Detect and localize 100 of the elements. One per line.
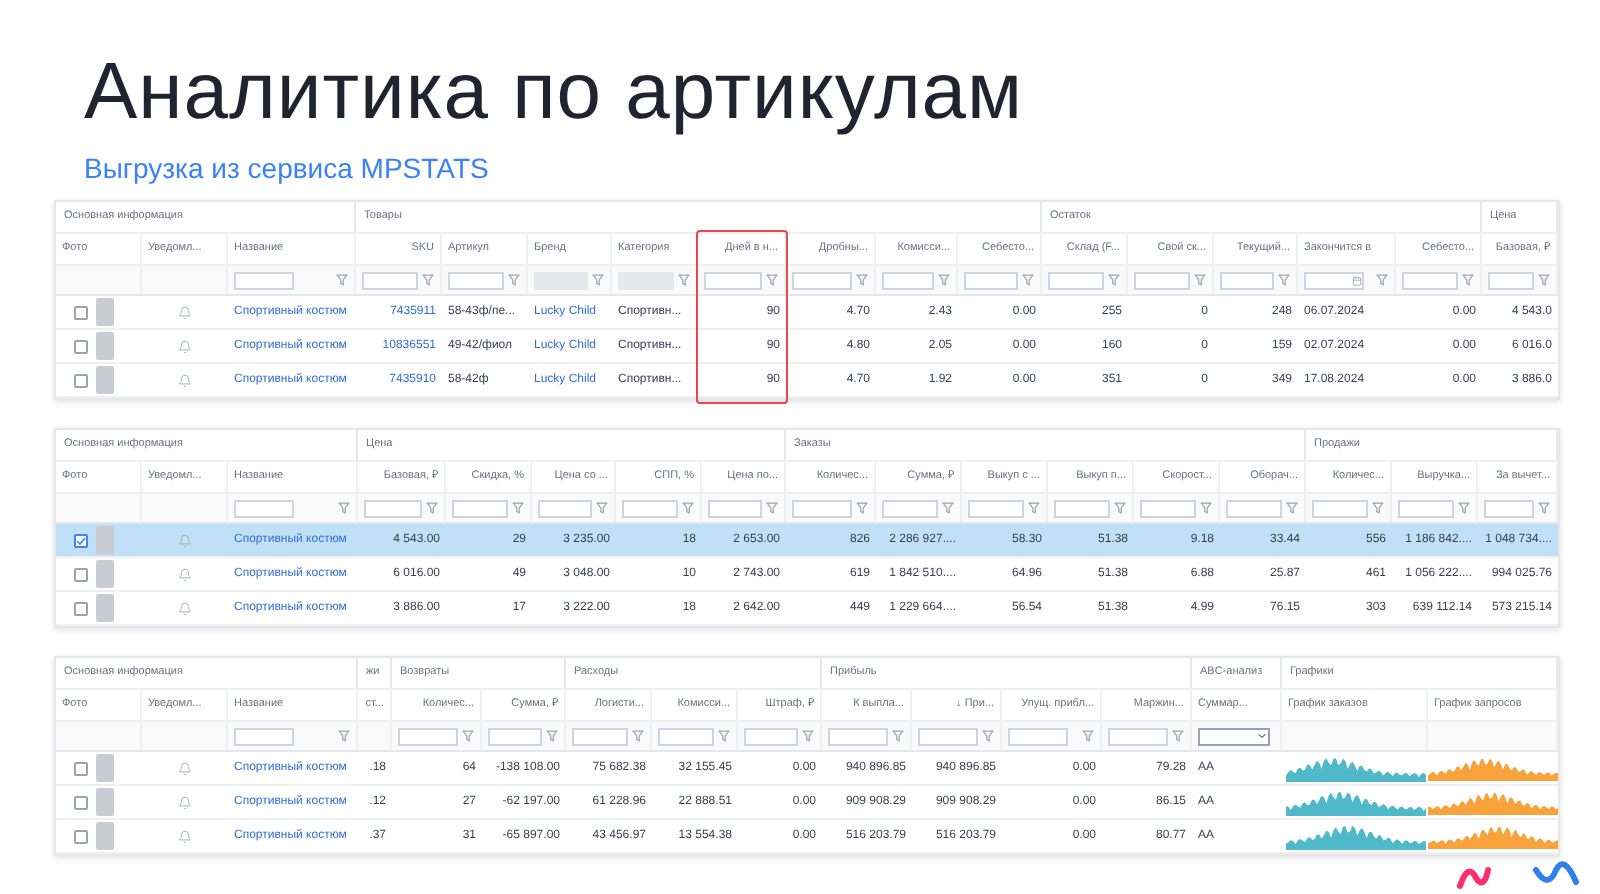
filter-icon[interactable] <box>766 274 778 286</box>
filter-icon[interactable] <box>592 274 604 286</box>
filter-icon[interactable] <box>802 730 814 742</box>
bell-icon[interactable] <box>178 339 192 353</box>
filter-input[interactable] <box>1220 271 1274 289</box>
bell-icon[interactable] <box>178 795 192 809</box>
filter-icon[interactable] <box>678 274 690 286</box>
filter-input[interactable] <box>744 727 798 745</box>
date-input[interactable] <box>1304 271 1364 289</box>
filter-icon[interactable] <box>462 730 474 742</box>
filter-icon[interactable] <box>892 730 904 742</box>
filter-input[interactable] <box>1134 271 1190 289</box>
filter-input[interactable] <box>1108 727 1168 745</box>
filter-input[interactable] <box>234 271 294 289</box>
filter-input[interactable] <box>1226 499 1282 517</box>
filter-icon[interactable] <box>512 502 524 514</box>
filter-input[interactable] <box>708 499 762 517</box>
filter-icon[interactable] <box>682 502 694 514</box>
filter-input[interactable] <box>234 727 294 745</box>
filter-input[interactable] <box>792 271 852 289</box>
filter-icon[interactable] <box>1108 274 1120 286</box>
filter-input[interactable] <box>572 727 628 745</box>
bell-icon[interactable] <box>178 305 192 319</box>
row-checkbox[interactable] <box>74 795 88 809</box>
filter-input[interactable] <box>1398 499 1454 517</box>
row-checkbox[interactable] <box>74 567 88 581</box>
filter-input[interactable] <box>364 499 422 517</box>
filter-icon[interactable] <box>1278 274 1290 286</box>
filter-icon[interactable] <box>426 502 438 514</box>
filter-input[interactable] <box>448 271 504 289</box>
filter-icon[interactable] <box>338 730 350 742</box>
bell-icon[interactable] <box>178 533 192 547</box>
filter-icon[interactable] <box>718 730 730 742</box>
filter-input[interactable] <box>1402 271 1458 289</box>
filter-input[interactable] <box>1484 499 1534 517</box>
filter-icon[interactable] <box>1082 730 1094 742</box>
filter-icon[interactable] <box>1462 274 1474 286</box>
filter-input[interactable] <box>452 499 508 517</box>
filter-icon[interactable] <box>1022 274 1034 286</box>
filter-input[interactable] <box>882 271 934 289</box>
photo-placeholder <box>96 754 114 782</box>
bell-icon[interactable] <box>178 601 192 615</box>
filter-icon[interactable] <box>1538 274 1550 286</box>
filter-icon[interactable] <box>546 730 558 742</box>
filter-input[interactable] <box>1140 499 1196 517</box>
bell-icon[interactable] <box>178 829 192 843</box>
row-checkbox[interactable] <box>74 305 88 319</box>
filter-icon[interactable] <box>856 502 868 514</box>
filter-input[interactable] <box>1054 499 1110 517</box>
filter-icon[interactable] <box>1372 502 1384 514</box>
bell-icon[interactable] <box>178 567 192 581</box>
filter-input[interactable] <box>704 271 762 289</box>
filter-input[interactable] <box>792 499 852 517</box>
filter-input[interactable] <box>828 727 888 745</box>
filter-dropdown[interactable] <box>1198 727 1270 745</box>
filter-input[interactable] <box>1008 727 1068 745</box>
filter-input[interactable] <box>1312 499 1368 517</box>
filter-input[interactable] <box>488 727 542 745</box>
filter-input[interactable] <box>964 271 1018 289</box>
filter-icon[interactable] <box>1376 274 1388 286</box>
filter-icon[interactable] <box>982 730 994 742</box>
calendar-icon[interactable] <box>1352 275 1362 285</box>
filter-icon[interactable] <box>1286 502 1298 514</box>
filter-icon[interactable] <box>1028 502 1040 514</box>
filter-icon[interactable] <box>942 502 954 514</box>
filter-input[interactable] <box>918 727 978 745</box>
row-checkbox[interactable] <box>74 601 88 615</box>
filter-input[interactable] <box>1488 271 1534 289</box>
filter-input[interactable] <box>882 499 938 517</box>
filter-icon[interactable] <box>938 274 950 286</box>
bell-icon[interactable] <box>178 373 192 387</box>
filter-input[interactable] <box>622 499 678 517</box>
photo-placeholder <box>96 366 114 394</box>
filter-icon[interactable] <box>596 502 608 514</box>
row-checkbox[interactable] <box>74 373 88 387</box>
row-checkbox[interactable] <box>74 829 88 843</box>
filter-icon[interactable] <box>1172 730 1184 742</box>
filter-input[interactable] <box>1048 271 1104 289</box>
filter-input[interactable] <box>362 271 418 289</box>
filter-icon[interactable] <box>1538 502 1550 514</box>
filter-input[interactable] <box>968 499 1024 517</box>
filter-icon[interactable] <box>1458 502 1470 514</box>
filter-icon[interactable] <box>1194 274 1206 286</box>
row-checkbox[interactable] <box>74 339 88 353</box>
filter-icon[interactable] <box>1114 502 1126 514</box>
filter-icon[interactable] <box>338 502 350 514</box>
filter-icon[interactable] <box>632 730 644 742</box>
filter-input[interactable] <box>234 499 294 517</box>
row-checkbox[interactable] <box>74 533 88 547</box>
filter-icon[interactable] <box>1200 502 1212 514</box>
filter-icon[interactable] <box>766 502 778 514</box>
filter-icon[interactable] <box>336 274 348 286</box>
filter-input[interactable] <box>658 727 714 745</box>
bell-icon[interactable] <box>178 761 192 775</box>
filter-input[interactable] <box>538 499 592 517</box>
filter-icon[interactable] <box>422 274 434 286</box>
row-checkbox[interactable] <box>74 761 88 775</box>
filter-icon[interactable] <box>508 274 520 286</box>
filter-icon[interactable] <box>856 274 868 286</box>
filter-input[interactable] <box>398 727 458 745</box>
